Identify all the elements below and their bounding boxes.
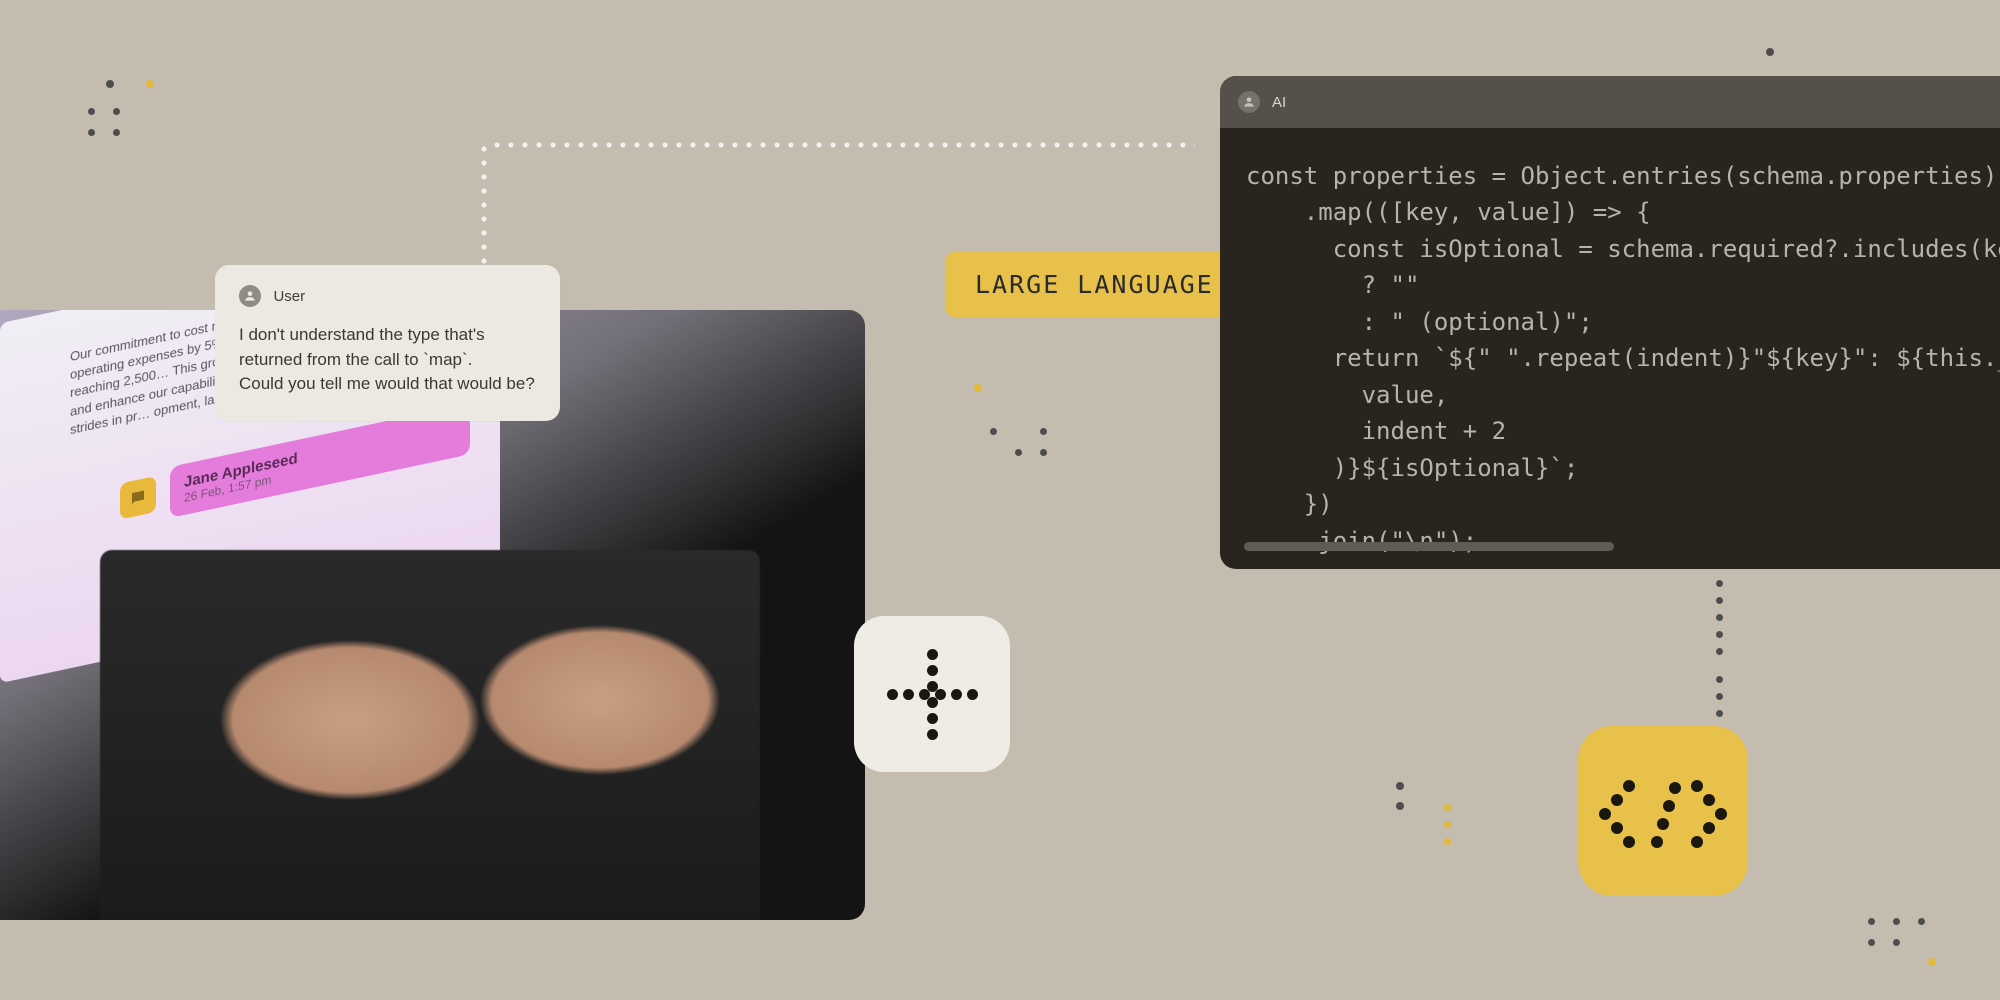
dot-accent: [974, 384, 982, 392]
code-tile-icon: [1578, 726, 1748, 896]
dot-cluster: [990, 428, 1047, 456]
dot: [1396, 782, 1404, 790]
ai-author-label: AI: [1272, 94, 1286, 111]
ai-code-panel: AI const properties = Object.entries(sch…: [1220, 76, 2000, 569]
horizontal-scrollbar[interactable]: [1244, 542, 1614, 551]
ai-code-body: const properties = Object.entries(schema…: [1220, 128, 2000, 569]
dot-column: [1716, 676, 1723, 717]
dot: [106, 80, 114, 88]
dot-accent: [1928, 958, 1936, 966]
user-avatar-icon: [239, 285, 261, 307]
connector-line: [490, 142, 1195, 148]
user-message-text: I don't understand the type that's retur…: [239, 323, 536, 397]
connector-line: [481, 142, 487, 272]
user-message-bubble: User I don't understand the type that's …: [215, 265, 560, 421]
dot-cluster: [1868, 918, 1925, 946]
dot-cluster: [88, 108, 145, 136]
bubble-author-label: User: [273, 288, 305, 305]
ai-avatar-icon: [1238, 91, 1260, 113]
chat-icon: [120, 476, 156, 520]
dot-column: [1716, 580, 1723, 655]
dot: [1766, 48, 1774, 56]
dot-accent: [146, 80, 154, 88]
dot: [1396, 802, 1404, 810]
ai-code-header: AI: [1220, 76, 2000, 128]
dot-column-accent: [1444, 804, 1451, 845]
plus-tile-icon: [854, 616, 1010, 772]
